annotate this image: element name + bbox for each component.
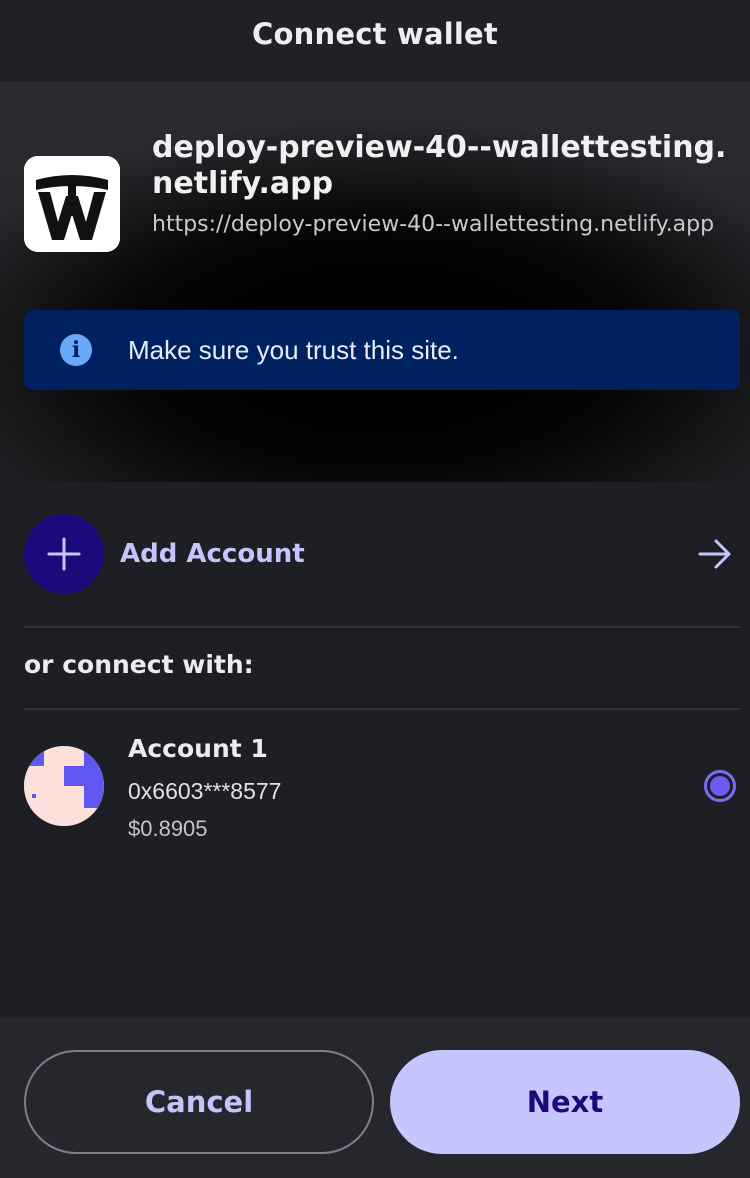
header: Connect wallet (0, 0, 750, 82)
add-account-label: Add Account (120, 539, 305, 569)
site-info-panel: deploy-preview-40--wallettesting.netlify… (0, 82, 750, 482)
connect-with-label: or connect with: (24, 650, 254, 679)
account-balance: $0.8905 (128, 816, 208, 841)
divider (24, 708, 740, 710)
trust-notice: i Make sure you trust this site. (24, 310, 740, 390)
cancel-button[interactable]: Cancel (24, 1050, 374, 1154)
arrow-right-icon (698, 538, 732, 575)
footer: Cancel Next (0, 1018, 750, 1178)
account-address: 0x6603***8577 (128, 778, 282, 804)
next-button[interactable]: Next (390, 1050, 740, 1154)
site-name: deploy-preview-40--wallettesting.netlify… (152, 130, 727, 201)
account-radio[interactable] (704, 770, 736, 802)
account-name: Account 1 (128, 734, 268, 763)
page-title: Connect wallet (252, 17, 498, 51)
plus-icon (24, 514, 104, 594)
divider (24, 626, 740, 628)
add-account-button[interactable]: Add Account (24, 514, 740, 594)
info-icon: i (60, 334, 92, 366)
radio-selected-dot (710, 776, 730, 796)
wallettesting-logo-icon (24, 156, 120, 252)
account-avatar (24, 746, 104, 826)
site-url: https://deploy-preview-40--wallettesting… (152, 212, 715, 237)
trust-notice-text: Make sure you trust this site. (128, 334, 459, 365)
account-row[interactable]: Account 1 0x6603***8577 $0.8905 (24, 732, 740, 842)
